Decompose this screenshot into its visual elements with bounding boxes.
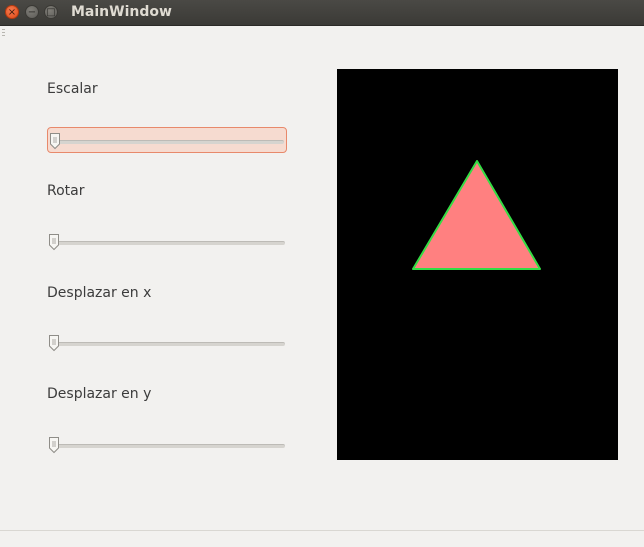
title-bar[interactable]: × − □ MainWindow [0,0,644,26]
slider-groove [53,241,285,245]
status-bar-divider [0,530,644,531]
translate-x-label: Desplazar en x [47,285,152,301]
slider-groove [53,342,285,346]
scale-label: Escalar [47,81,98,97]
window-title: MainWindow [71,4,172,20]
slider-groove [53,444,285,448]
slider-handle[interactable] [49,132,61,150]
close-icon[interactable]: × [5,5,19,19]
slider-handle[interactable] [48,334,60,352]
translate-y-slider[interactable] [47,432,287,458]
triangle-shape [412,160,541,270]
translate-y-label: Desplazar en y [47,386,152,402]
slider-groove [54,140,284,144]
scale-slider[interactable] [47,127,287,153]
slider-handle[interactable] [48,436,60,454]
rotate-label: Rotar [47,183,85,199]
translate-x-slider[interactable] [47,330,287,356]
gl-canvas [337,69,618,460]
slider-handle[interactable] [48,233,60,251]
toolbar-grip-handle[interactable] [2,29,5,37]
minimize-icon[interactable]: − [25,5,39,19]
maximize-icon[interactable]: □ [44,5,58,19]
canvas-drawing [412,160,541,270]
rotate-slider[interactable] [47,229,287,255]
